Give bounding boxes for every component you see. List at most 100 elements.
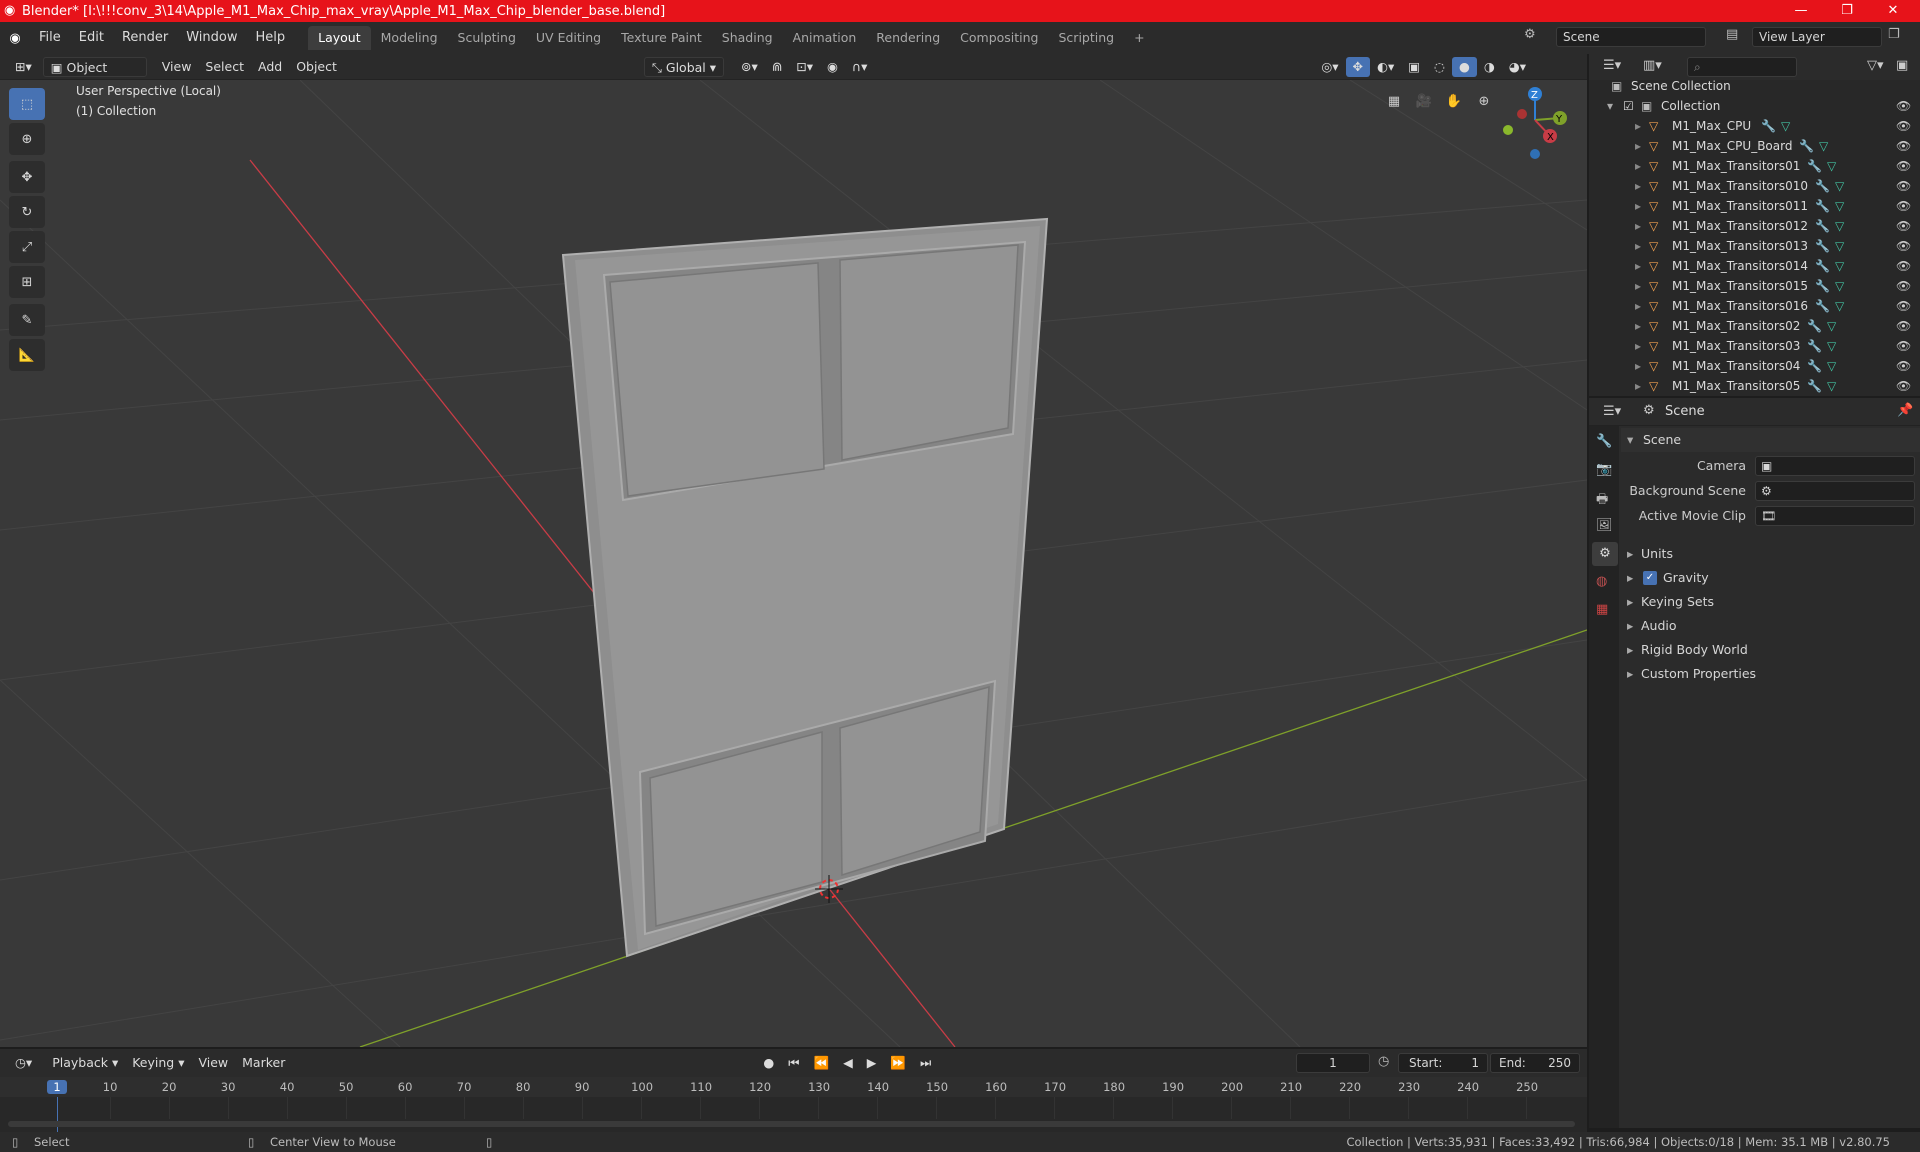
outliner-item[interactable]: ▸ ▽ M1_Max_Transitors012 🔧 ▽ 👁 (1589, 216, 1920, 236)
tab-modeling[interactable]: Modeling (371, 26, 448, 50)
view-layer-selector[interactable]: View Layer (1752, 27, 1882, 47)
filter-view-icon[interactable]: ▥▾ (1643, 58, 1662, 73)
eye-icon[interactable]: 👁 (1896, 156, 1911, 176)
scene-tab-icon[interactable]: ⚙ (1592, 542, 1618, 566)
property-section[interactable]: ▸ Custom Properties (1621, 662, 1920, 686)
next-keyframe-icon[interactable]: ⏩ (883, 1053, 913, 1073)
object-menu[interactable]: Object (289, 57, 344, 77)
eye-icon[interactable]: 👁 (1896, 116, 1911, 136)
gravity-checkbox[interactable]: ✓ (1643, 571, 1657, 585)
mesh-data-icon[interactable]: ▽ (1781, 116, 1790, 136)
new-collection-icon[interactable]: ▣ (1896, 58, 1908, 73)
view-menu[interactable]: View (155, 57, 199, 77)
timeline-editor-icon[interactable]: ◷▾ (8, 1053, 39, 1073)
play-icon[interactable]: ▶ (860, 1053, 884, 1073)
outliner-item[interactable]: ▸ ▽ M1_Max_CPU 🔧 ▽ 👁 (1589, 116, 1920, 136)
menu-render[interactable]: Render (113, 27, 177, 49)
mesh-data-icon[interactable]: ▽ (1827, 356, 1836, 376)
zoom-icon[interactable]: ⊕ (1472, 90, 1496, 114)
expand-arrow-icon[interactable]: ▸ (1635, 316, 1641, 336)
mode-selector[interactable]: ▣ Object Mode ▾ (42, 56, 147, 95)
tab-shading[interactable]: Shading (712, 26, 783, 50)
modifier-wrench-icon[interactable]: 🔧 (1807, 316, 1822, 336)
world-tab-icon[interactable]: ◍ (1596, 574, 1607, 589)
scale-tool-icon[interactable]: ⤢ (9, 231, 45, 263)
solid-shading-icon[interactable]: ● (1451, 56, 1477, 77)
modifier-wrench-icon[interactable]: 🔧 (1815, 216, 1830, 236)
tab-uv-editing[interactable]: UV Editing (526, 26, 611, 50)
rendered-shading-icon[interactable]: ◕▾ (1502, 57, 1533, 77)
end-frame-field[interactable]: End: 250 (1490, 1053, 1580, 1073)
eye-icon[interactable]: 👁 (1896, 296, 1911, 316)
eye-icon[interactable]: 👁 (1896, 96, 1911, 116)
navigation-gizmo[interactable]: Z Y X (1503, 87, 1567, 159)
outliner-item[interactable]: ▸ ▽ M1_Max_Transitors016 🔧 ▽ 👁 (1589, 296, 1920, 316)
modifier-wrench-icon[interactable]: 🔧 (1807, 156, 1822, 176)
eye-icon[interactable]: 👁 (1896, 356, 1911, 376)
mesh-data-icon[interactable]: ▽ (1835, 296, 1844, 316)
3d-viewport[interactable]: Z Y X User Perspective (Local) (1) Colle… (0, 80, 1587, 1047)
mesh-data-icon[interactable]: ▽ (1835, 256, 1844, 276)
modifier-wrench-icon[interactable]: 🔧 (1807, 336, 1822, 356)
pin-icon[interactable]: 📌 (1897, 403, 1913, 418)
annotate-tool-icon[interactable]: ✎ (9, 304, 45, 336)
eye-icon[interactable]: 👁 (1896, 216, 1911, 236)
tab-animation[interactable]: Animation (783, 26, 867, 50)
jump-start-icon[interactable]: ⏮ (781, 1053, 806, 1073)
expand-arrow-icon[interactable]: ▸ (1635, 156, 1641, 176)
outliner-item[interactable]: ▸ ▽ M1_Max_Transitors010 🔧 ▽ 👁 (1589, 176, 1920, 196)
outliner-scene-collection[interactable]: ▣ Scene Collection (1589, 76, 1920, 96)
transform-tool-icon[interactable]: ⊞ (9, 266, 45, 298)
eye-icon[interactable]: 👁 (1896, 336, 1911, 356)
scene-panel-header[interactable]: ▾ Scene (1621, 428, 1920, 452)
falloff-icon[interactable]: ∩▾ (845, 57, 874, 77)
expand-arrow-icon[interactable]: ▸ (1635, 196, 1641, 216)
expand-arrow-icon[interactable]: ▸ (1635, 176, 1641, 196)
pivot-icon[interactable]: ⊚▾ (734, 57, 765, 77)
eye-icon[interactable]: 👁 (1896, 176, 1911, 196)
outliner-item[interactable]: ▸ ▽ M1_Max_Transitors05 🔧 ▽ 👁 (1589, 376, 1920, 396)
modifier-wrench-icon[interactable]: 🔧 (1799, 136, 1814, 156)
xray-icon[interactable]: ▣ (1401, 57, 1427, 77)
outliner-item[interactable]: ▸ ▽ M1_Max_Transitors015 🔧 ▽ 👁 (1589, 276, 1920, 296)
outliner-item[interactable]: ▸ ▽ M1_Max_Transitors014 🔧 ▽ 👁 (1589, 256, 1920, 276)
jump-end-icon[interactable]: ⏭ (913, 1053, 938, 1073)
editor-type-icon[interactable]: ⊞▾ (8, 57, 39, 77)
expand-arrow-icon[interactable]: ▸ (1635, 276, 1641, 296)
pan-hand-icon[interactable]: ✋ (1442, 90, 1466, 114)
output-tab-icon[interactable]: 🖶 (1596, 490, 1608, 512)
expand-arrow-icon[interactable]: ▸ (1635, 216, 1641, 236)
rotate-tool-icon[interactable]: ↻ (9, 196, 45, 228)
texture-tab-icon[interactable]: ▦ (1596, 602, 1608, 617)
properties-editor-type-icon[interactable]: ☰▾ (1603, 404, 1621, 419)
modifier-wrench-icon[interactable]: 🔧 (1815, 256, 1830, 276)
proportional-edit-icon[interactable]: ◉ (820, 57, 845, 77)
menu-help[interactable]: Help (247, 27, 295, 49)
modifier-wrench-icon[interactable]: 🔧 (1815, 296, 1830, 316)
outliner-collection[interactable]: ▾ ☑ ▣ Collection 👁 (1589, 96, 1920, 116)
outliner-item[interactable]: ▸ ▽ M1_Max_Transitors03 🔧 ▽ 👁 (1589, 336, 1920, 356)
mesh-data-icon[interactable]: ▽ (1827, 376, 1836, 396)
modifier-wrench-icon[interactable]: 🔧 (1815, 236, 1830, 256)
cursor-tool-icon[interactable]: ⊕ (9, 123, 45, 155)
scene-icon[interactable]: ⚙ (1524, 27, 1542, 47)
display-mode-icon[interactable]: ☰▾ (1603, 58, 1621, 73)
move-tool-icon[interactable]: ✥ (9, 161, 45, 193)
background-scene-field[interactable]: ⚙ (1755, 481, 1915, 501)
expand-arrow-icon[interactable]: ▸ (1635, 376, 1641, 396)
eye-icon[interactable]: 👁 (1896, 276, 1911, 296)
record-icon[interactable]: ● (756, 1053, 781, 1073)
maximize-button[interactable]: ❐ (1824, 0, 1870, 22)
mesh-data-icon[interactable]: ▽ (1827, 156, 1836, 176)
expand-arrow-icon[interactable]: ▸ (1635, 136, 1641, 156)
clock-icon[interactable]: ◷ (1378, 1054, 1389, 1069)
tool-tab-icon[interactable]: 🔧 (1596, 434, 1612, 449)
outliner-item[interactable]: ▸ ▽ M1_Max_CPU_Board 🔧 ▽ 👁 (1589, 136, 1920, 156)
eye-icon[interactable]: 👁 (1896, 136, 1911, 156)
mesh-data-icon[interactable]: ▽ (1835, 236, 1844, 256)
modifier-wrench-icon[interactable]: 🔧 (1815, 276, 1830, 296)
outliner-item[interactable]: ▸ ▽ M1_Max_Transitors01 🔧 ▽ 👁 (1589, 156, 1920, 176)
chip-board-model[interactable] (561, 217, 1049, 958)
mesh-data-icon[interactable]: ▽ (1835, 176, 1844, 196)
gizmo-toggle-icon[interactable]: ✥ (1345, 56, 1371, 77)
